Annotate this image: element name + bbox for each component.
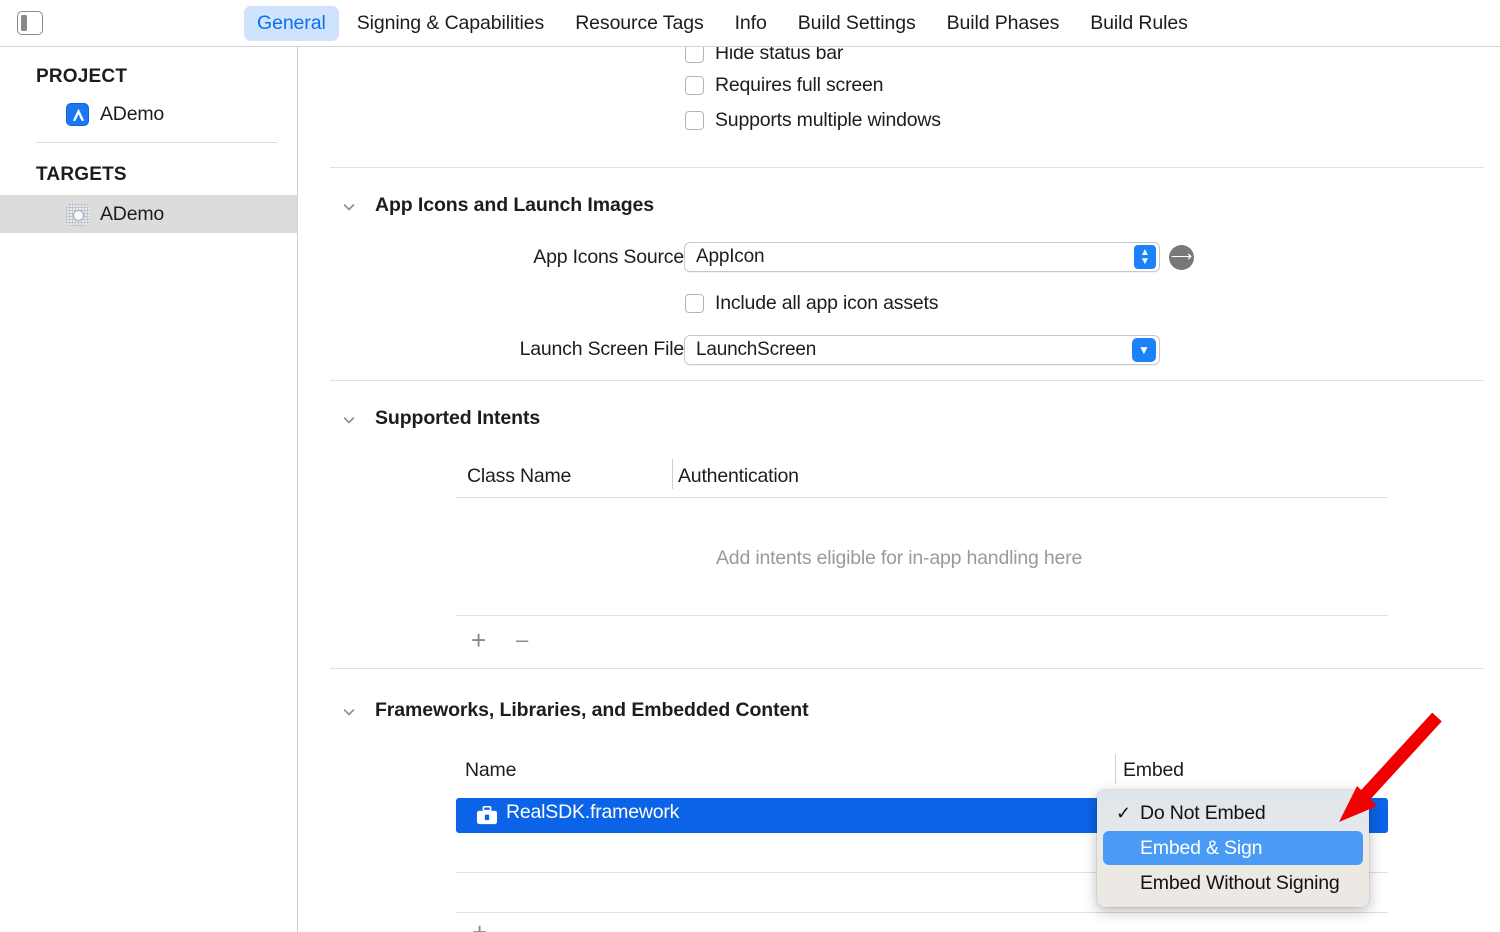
app-icons-source-select[interactable]: AppIcon ▲ ▼ [684, 242, 1160, 272]
column-header-authentication[interactable]: Authentication [678, 465, 799, 488]
tab-general[interactable]: General [244, 6, 339, 41]
add-intent-button[interactable]: + [471, 627, 486, 653]
framework-toolbox-icon [476, 806, 498, 825]
section-title-frameworks: Frameworks, Libraries, and Embedded Cont… [375, 699, 808, 722]
checkbox-row-hide-status-bar[interactable]: Hide status bar [685, 47, 843, 65]
chevron-down-icon[interactable] [341, 199, 357, 215]
checkbox-row-requires-full-screen[interactable]: Requires full screen [685, 74, 883, 97]
arrow-right-circle-icon[interactable]: ⟶ [1169, 245, 1194, 270]
sidebar-item-label: ADemo [100, 203, 164, 226]
checkbox-requires-full-screen[interactable] [685, 76, 704, 95]
tab-info[interactable]: Info [722, 6, 780, 41]
checkbox-include-all-app-icon-assets[interactable] [685, 294, 704, 313]
tab-build-phases[interactable]: Build Phases [934, 6, 1073, 41]
section-divider [330, 668, 1484, 669]
sidebar-item-project-ademo[interactable]: ADemo [0, 95, 297, 133]
section-divider [330, 167, 1484, 168]
menu-item-label: Do Not Embed [1140, 802, 1266, 824]
column-header-class-name[interactable]: Class Name [467, 465, 571, 488]
sidebar-header-project: PROJECT [0, 66, 297, 88]
xcode-project-icon [66, 103, 89, 126]
project-navigator-sidebar: PROJECT ADemo TARGETS ADemo [0, 47, 298, 932]
framework-name: RealSDK.framework [506, 801, 679, 824]
label-launch-screen-file: Launch Screen File [354, 338, 684, 361]
table-header-divider [456, 497, 1388, 498]
tab-list: General Signing & Capabilities Resource … [244, 0, 1206, 47]
sidebar-header-targets: TARGETS [0, 164, 297, 186]
chevron-down-icon: ▼ [1134, 257, 1156, 267]
table-row-divider [456, 912, 1388, 913]
checkmark-icon: ✓ [1116, 796, 1131, 830]
label-app-icons-source: App Icons Source [354, 246, 684, 269]
target-icon [66, 203, 89, 226]
chevron-down-icon[interactable]: ▼ [1132, 338, 1156, 362]
checkbox-hide-status-bar[interactable] [685, 47, 704, 63]
section-title-app-icons: App Icons and Launch Images [375, 194, 654, 217]
sidebar-item-label: ADemo [100, 103, 164, 126]
menu-item-do-not-embed[interactable]: ✓ Do Not Embed [1103, 796, 1363, 830]
embed-dropdown-menu[interactable]: ✓ Do Not Embed Embed & Sign Embed Withou… [1097, 790, 1369, 907]
column-divider[interactable] [672, 459, 673, 489]
tab-resource-tags[interactable]: Resource Tags [562, 6, 716, 41]
tab-build-rules[interactable]: Build Rules [1077, 6, 1201, 41]
column-header-embed[interactable]: Embed [1123, 759, 1184, 782]
checkbox-label: Include all app icon assets [715, 292, 938, 315]
checkbox-row-include-all-app-icon-assets[interactable]: Include all app icon assets [685, 292, 938, 315]
intents-empty-message: Add intents eligible for in-app handling… [716, 547, 1082, 570]
sidebar-item-target-ademo[interactable]: ADemo [0, 195, 297, 233]
section-title-supported-intents: Supported Intents [375, 407, 540, 430]
column-header-name[interactable]: Name [465, 759, 516, 782]
menu-item-embed-without-signing[interactable]: Embed Without Signing [1103, 866, 1363, 900]
chevron-down-icon[interactable] [341, 704, 357, 720]
add-framework-button[interactable]: + [472, 919, 487, 932]
checkbox-row-supports-multiple-windows[interactable]: Supports multiple windows [685, 109, 941, 132]
table-footer-divider [456, 615, 1388, 616]
tab-build-settings[interactable]: Build Settings [785, 6, 929, 41]
checkbox-label: Supports multiple windows [715, 109, 941, 132]
launch-screen-file-select[interactable]: LaunchScreen ▼ [684, 335, 1160, 365]
stepper-icon[interactable]: ▲ ▼ [1134, 245, 1156, 269]
tab-bar: General Signing & Capabilities Resource … [0, 0, 1500, 47]
column-divider[interactable] [1115, 754, 1116, 784]
launch-screen-file-value: LaunchScreen [696, 339, 816, 361]
menu-item-label: Embed & Sign [1140, 837, 1262, 859]
menu-item-label: Embed Without Signing [1140, 872, 1340, 894]
remove-intent-button[interactable]: – [516, 627, 528, 653]
checkbox-label: Requires full screen [715, 74, 883, 97]
sidebar-divider [36, 142, 277, 143]
chevron-down-icon[interactable] [341, 412, 357, 428]
app-icons-source-value: AppIcon [696, 246, 764, 268]
tab-signing-capabilities[interactable]: Signing & Capabilities [344, 6, 558, 41]
checkbox-supports-multiple-windows[interactable] [685, 111, 704, 130]
checkbox-label: Hide status bar [715, 47, 843, 65]
sidebar-toggle-icon[interactable] [17, 11, 43, 35]
sidebar-toggle-fill [21, 15, 27, 31]
menu-item-embed-and-sign[interactable]: Embed & Sign [1103, 831, 1363, 865]
section-divider [330, 380, 1484, 381]
